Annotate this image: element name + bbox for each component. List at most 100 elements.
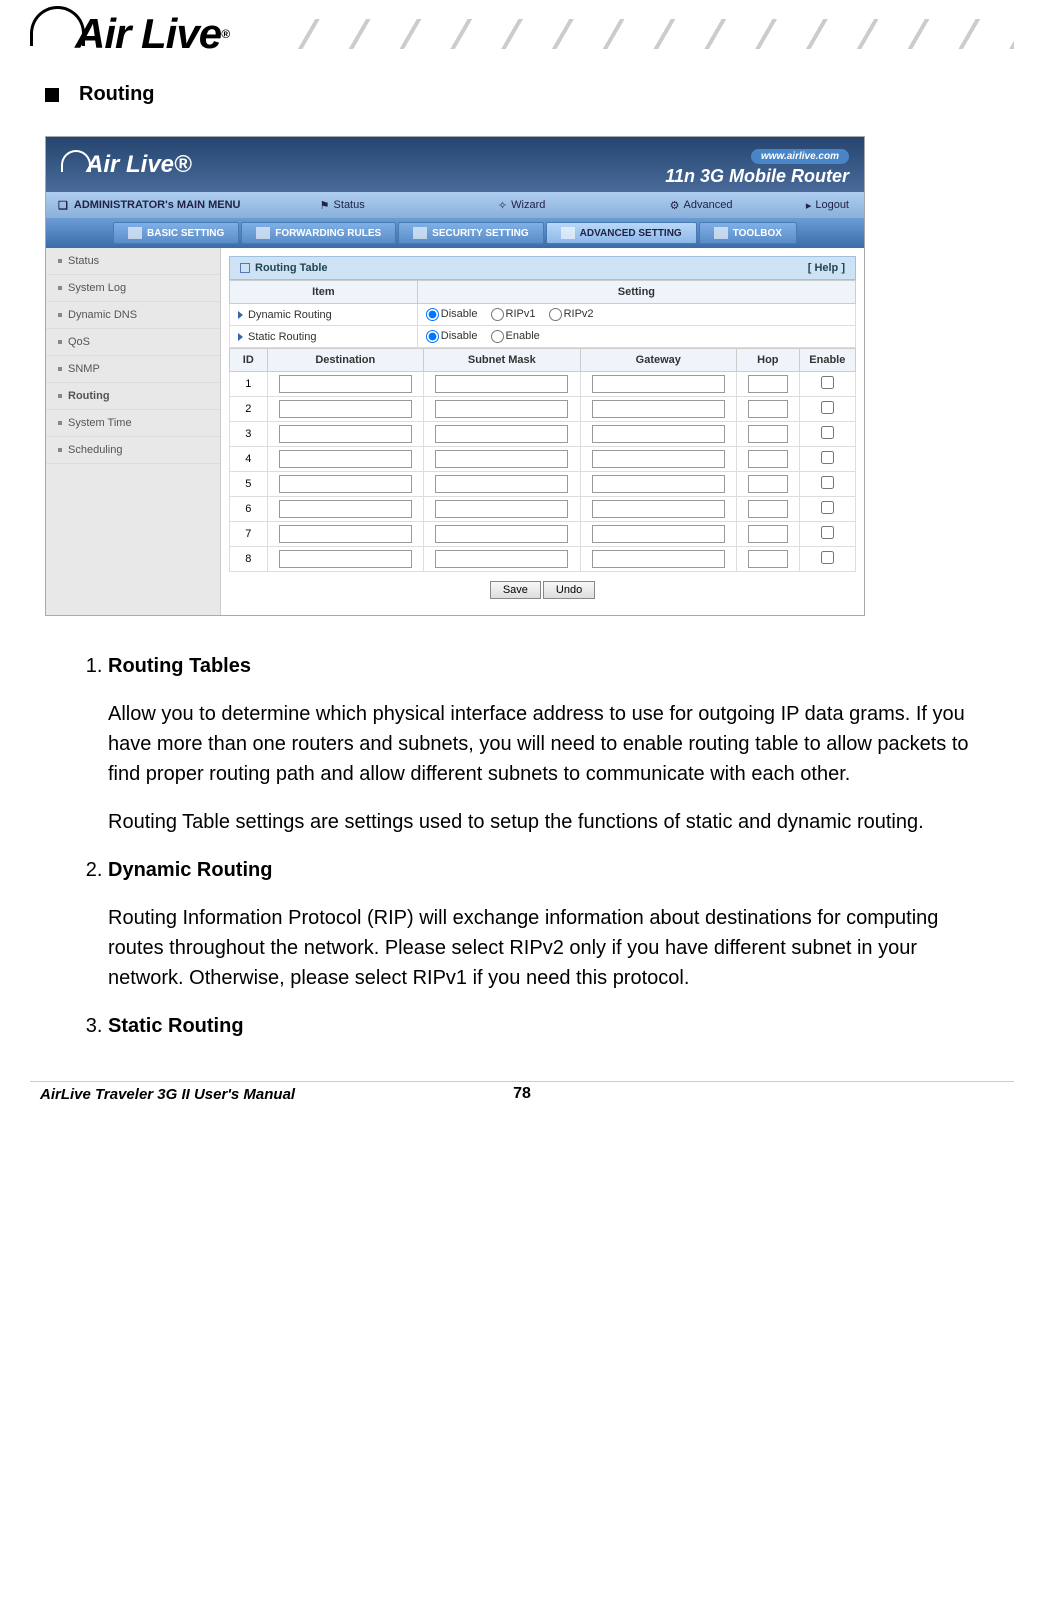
static-enable-option[interactable]: Enable bbox=[491, 330, 540, 342]
gateway-input[interactable] bbox=[592, 400, 725, 418]
route-row: 7 bbox=[230, 522, 856, 547]
gateway-input[interactable] bbox=[592, 450, 725, 468]
subnet-input[interactable] bbox=[435, 425, 568, 443]
route-id: 8 bbox=[230, 547, 268, 572]
hop-input[interactable] bbox=[748, 425, 788, 443]
route-row: 5 bbox=[230, 472, 856, 497]
destination-input[interactable] bbox=[279, 500, 412, 518]
undo-button[interactable]: Undo bbox=[543, 581, 595, 599]
bullet-icon bbox=[58, 286, 62, 290]
hop-input[interactable] bbox=[748, 475, 788, 493]
destination-input[interactable] bbox=[279, 375, 412, 393]
menu-advanced[interactable]: ⚙Advanced bbox=[611, 199, 790, 212]
gateway-input[interactable] bbox=[592, 525, 725, 543]
dynamic-ripv2-option[interactable]: RIPv2 bbox=[549, 308, 594, 320]
subnet-input[interactable] bbox=[435, 375, 568, 393]
dynamic-disable-radio[interactable] bbox=[426, 308, 439, 321]
bullet-icon bbox=[58, 448, 62, 452]
subnet-input[interactable] bbox=[435, 500, 568, 518]
route-row: 4 bbox=[230, 447, 856, 472]
doc-paragraph: Allow you to determine which physical in… bbox=[108, 699, 984, 789]
destination-input[interactable] bbox=[279, 550, 412, 568]
subnet-input[interactable] bbox=[435, 450, 568, 468]
wand-icon: ✧ bbox=[498, 199, 507, 212]
sidebar-item-status[interactable]: Status bbox=[46, 248, 220, 275]
header-decoration bbox=[269, 19, 1014, 49]
doc-item-title: Dynamic Routing bbox=[108, 855, 984, 885]
dynamic-ripv1-option[interactable]: RIPv1 bbox=[491, 308, 536, 320]
triangle-icon bbox=[238, 333, 243, 341]
enable-checkbox[interactable] bbox=[821, 376, 834, 389]
subnet-input[interactable] bbox=[435, 525, 568, 543]
route-id: 4 bbox=[230, 447, 268, 472]
subnet-input[interactable] bbox=[435, 400, 568, 418]
tab-bar: BASIC SETTING FORWARDING RULES SECURITY … bbox=[46, 218, 864, 248]
tab-security-setting[interactable]: SECURITY SETTING bbox=[398, 222, 544, 244]
enable-checkbox[interactable] bbox=[821, 451, 834, 464]
hop-input[interactable] bbox=[748, 375, 788, 393]
static-enable-radio[interactable] bbox=[491, 330, 504, 343]
doc-list-item: Dynamic RoutingRouting Information Proto… bbox=[108, 855, 984, 993]
panel-header: Routing Table [ Help ] bbox=[229, 256, 856, 280]
col-item: Item bbox=[230, 281, 418, 304]
col-destination: Destination bbox=[267, 349, 424, 372]
page-footer: AirLive Traveler 3G II User's Manual 78 bbox=[30, 1081, 1014, 1103]
enable-checkbox[interactable] bbox=[821, 526, 834, 539]
destination-input[interactable] bbox=[279, 400, 412, 418]
destination-input[interactable] bbox=[279, 425, 412, 443]
hop-input[interactable] bbox=[748, 450, 788, 468]
subnet-input[interactable] bbox=[435, 550, 568, 568]
destination-input[interactable] bbox=[279, 475, 412, 493]
tab-advanced-setting[interactable]: ADVANCED SETTING bbox=[546, 222, 697, 244]
dynamic-ripv2-radio[interactable] bbox=[549, 308, 562, 321]
content-panel: Routing Table [ Help ] Item Setting Dyna… bbox=[221, 248, 864, 615]
hop-input[interactable] bbox=[748, 500, 788, 518]
sidebar-item-routing[interactable]: Routing bbox=[46, 383, 220, 410]
subnet-input[interactable] bbox=[435, 475, 568, 493]
menu-status[interactable]: ⚑Status bbox=[252, 199, 431, 212]
static-disable-radio[interactable] bbox=[426, 330, 439, 343]
gear-icon: ⚙ bbox=[670, 199, 680, 212]
sidebar-item-dynamic-dns[interactable]: Dynamic DNS bbox=[46, 302, 220, 329]
col-enable: Enable bbox=[799, 349, 855, 372]
col-hop: Hop bbox=[737, 349, 800, 372]
dynamic-disable-option[interactable]: Disable bbox=[426, 308, 478, 320]
sidebar-item-system-time[interactable]: System Time bbox=[46, 410, 220, 437]
triangle-icon bbox=[238, 311, 243, 319]
enable-checkbox[interactable] bbox=[821, 551, 834, 564]
tab-basic-setting[interactable]: BASIC SETTING bbox=[113, 222, 239, 244]
sidebar-item-qos[interactable]: QoS bbox=[46, 329, 220, 356]
sidebar-item-snmp[interactable]: SNMP bbox=[46, 356, 220, 383]
destination-input[interactable] bbox=[279, 525, 412, 543]
static-disable-option[interactable]: Disable bbox=[426, 330, 478, 342]
enable-checkbox[interactable] bbox=[821, 476, 834, 489]
tab-forwarding-rules[interactable]: FORWARDING RULES bbox=[241, 222, 396, 244]
enable-checkbox[interactable] bbox=[821, 426, 834, 439]
basic-icon bbox=[128, 227, 142, 239]
bullet-icon bbox=[58, 421, 62, 425]
enable-checkbox[interactable] bbox=[821, 501, 834, 514]
tab-toolbox[interactable]: TOOLBOX bbox=[699, 222, 797, 244]
hop-input[interactable] bbox=[748, 550, 788, 568]
gateway-input[interactable] bbox=[592, 375, 725, 393]
dynamic-ripv1-radio[interactable] bbox=[491, 308, 504, 321]
gateway-input[interactable] bbox=[592, 500, 725, 518]
route-row: 3 bbox=[230, 422, 856, 447]
footer-manual-title: AirLive Traveler 3G II User's Manual bbox=[40, 1086, 295, 1103]
sidebar-item-system-log[interactable]: System Log bbox=[46, 275, 220, 302]
hop-input[interactable] bbox=[748, 525, 788, 543]
hop-input[interactable] bbox=[748, 400, 788, 418]
gateway-input[interactable] bbox=[592, 475, 725, 493]
logout-link[interactable]: ▸ Logout bbox=[791, 199, 864, 212]
gateway-input[interactable] bbox=[592, 550, 725, 568]
sidebar-item-scheduling[interactable]: Scheduling bbox=[46, 437, 220, 464]
page-header: Air Live ® bbox=[30, 10, 1014, 58]
enable-checkbox[interactable] bbox=[821, 401, 834, 414]
help-link[interactable]: [ Help ] bbox=[808, 262, 845, 274]
folder-icon: ❏ bbox=[58, 199, 68, 212]
save-button[interactable]: Save bbox=[490, 581, 541, 599]
routes-table: ID Destination Subnet Mask Gateway Hop E… bbox=[229, 348, 856, 572]
gateway-input[interactable] bbox=[592, 425, 725, 443]
destination-input[interactable] bbox=[279, 450, 412, 468]
menu-wizard[interactable]: ✧Wizard bbox=[432, 199, 611, 212]
